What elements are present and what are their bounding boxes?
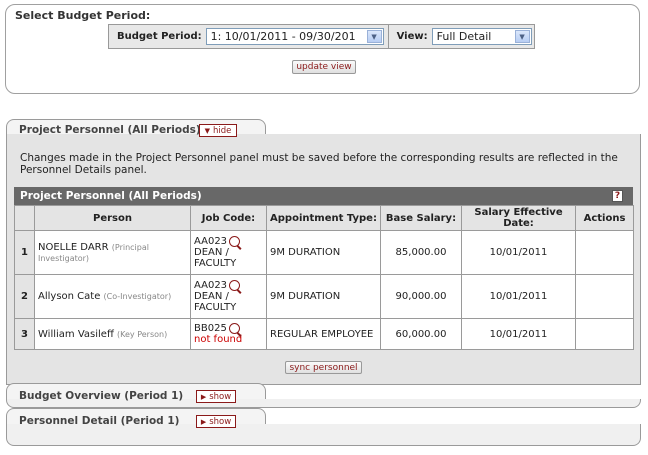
job-code-description: DEAN / FACULTY xyxy=(194,247,237,269)
column-header-job-code: Job Code: xyxy=(190,205,267,231)
personnel-detail-panel xyxy=(6,424,641,446)
base-salary-cell: 85,000.00 xyxy=(380,230,462,275)
update-view-button[interactable]: update view xyxy=(292,60,356,74)
base-salary-cell: 90,000.00 xyxy=(380,274,462,319)
appointment-type-cell: 9M DURATION xyxy=(266,230,381,275)
view-select[interactable]: Full Detail ▼ xyxy=(431,28,532,45)
magnifier-icon[interactable] xyxy=(229,280,241,291)
column-header-salary-effective-date: Salary Effective Date: xyxy=(461,205,576,231)
personnel-save-note: Changes made in the Project Personnel pa… xyxy=(20,152,618,176)
tab-project-personnel-label: Project Personnel (All Periods) xyxy=(19,124,201,136)
budget-period-select[interactable]: 1: 10/01/2011 - 09/30/201 ▼ xyxy=(205,28,384,45)
job-code-cell: AA023 DEAN / FACULTY xyxy=(190,230,267,275)
chevron-down-icon[interactable]: ▼ xyxy=(366,30,382,43)
person-name: NOELLE DARR xyxy=(38,241,109,253)
budget-period-box: Select Budget Period: xyxy=(5,4,640,94)
job-code-cell: BB025 not found xyxy=(190,318,267,350)
job-code-description: DEAN / FACULTY xyxy=(194,291,237,313)
effective-date-cell: 10/01/2011 xyxy=(461,274,576,319)
column-header-actions: Actions xyxy=(575,205,634,231)
row-number: 3 xyxy=(14,318,35,350)
tab-budget-overview-label: Budget Overview (Period 1) xyxy=(19,390,184,402)
personnel-grid-header: Project Personnel (All Periods) xyxy=(14,187,633,205)
base-salary-cell: 60,000.00 xyxy=(380,318,462,350)
period-selector-bar: Budget Period: 1: 10/01/2011 - 09/30/201… xyxy=(108,24,535,49)
personnel-grid-title: Project Personnel (All Periods) xyxy=(20,190,202,202)
job-code: AA023 xyxy=(194,280,228,291)
job-code: AA023 xyxy=(194,236,228,247)
actions-cell xyxy=(575,318,634,350)
view-value: Full Detail xyxy=(436,30,492,43)
effective-date-cell: 10/01/2011 xyxy=(461,230,576,275)
table-row: 2 Allyson Cate (Co-Investigator) AA023 DE… xyxy=(14,274,634,319)
person-role: (Key Person) xyxy=(117,329,168,339)
column-header-person: Person xyxy=(34,205,191,231)
row-number: 1 xyxy=(14,230,35,275)
person-cell: William Vasileff (Key Person) xyxy=(34,318,191,350)
budget-period-label: Budget Period: xyxy=(117,31,202,42)
chevron-down-icon[interactable]: ▼ xyxy=(514,30,530,43)
person-cell: Allyson Cate (Co-Investigator) xyxy=(34,274,191,319)
show-button-label: show xyxy=(209,416,232,427)
actions-cell xyxy=(575,230,634,275)
tab-personnel-detail-label: Personnel Detail (Period 1) xyxy=(19,415,180,427)
appointment-type-cell: 9M DURATION xyxy=(266,274,381,319)
view-label: View: xyxy=(396,31,428,42)
column-header-appointment-type: Appointment Type: xyxy=(266,205,381,231)
personnel-table: Person Job Code: Appointment Type: Base … xyxy=(14,205,634,350)
show-budget-overview-button[interactable]: ▶ show xyxy=(196,390,236,403)
effective-date-cell: 10/01/2011 xyxy=(461,318,576,350)
person-cell: NOELLE DARR (Principal Investigator) xyxy=(34,230,191,275)
person-name: William Vasileff xyxy=(38,328,114,340)
magnifier-icon[interactable] xyxy=(229,236,241,247)
job-code-cell: AA023 DEAN / FACULTY xyxy=(190,274,267,319)
show-button-label: show xyxy=(209,391,232,402)
triangle-right-icon: ▶ xyxy=(200,392,207,401)
column-header-base-salary: Base Salary: xyxy=(380,205,462,231)
hide-project-personnel-button[interactable]: ▼ hide xyxy=(199,124,237,137)
row-number: 2 xyxy=(14,274,35,319)
job-code-not-found: not found xyxy=(194,334,243,345)
help-icon[interactable]: ? xyxy=(612,190,623,202)
triangle-right-icon: ▶ xyxy=(200,417,207,426)
table-row: 1 NOELLE DARR (Principal Investigator) A… xyxy=(14,230,634,275)
row-number-header xyxy=(14,205,35,231)
hide-button-label: hide xyxy=(213,125,232,136)
table-row: 3 William Vasileff (Key Person) BB025 not… xyxy=(14,318,634,350)
actions-cell xyxy=(575,274,634,319)
budget-period-value: 1: 10/01/2011 - 09/30/201 xyxy=(210,30,356,43)
magnifier-icon[interactable] xyxy=(228,323,240,334)
job-code: BB025 xyxy=(194,323,227,334)
triangle-down-icon: ▼ xyxy=(204,126,210,135)
budget-period-box-title: Select Budget Period: xyxy=(15,9,151,22)
show-personnel-detail-button[interactable]: ▶ show xyxy=(196,415,236,428)
person-role: (Co-Investigator) xyxy=(103,292,172,301)
person-name: Allyson Cate xyxy=(38,291,101,302)
sync-personnel-button[interactable]: sync personnel xyxy=(285,361,362,374)
appointment-type-cell: REGULAR EMPLOYEE xyxy=(266,318,381,350)
